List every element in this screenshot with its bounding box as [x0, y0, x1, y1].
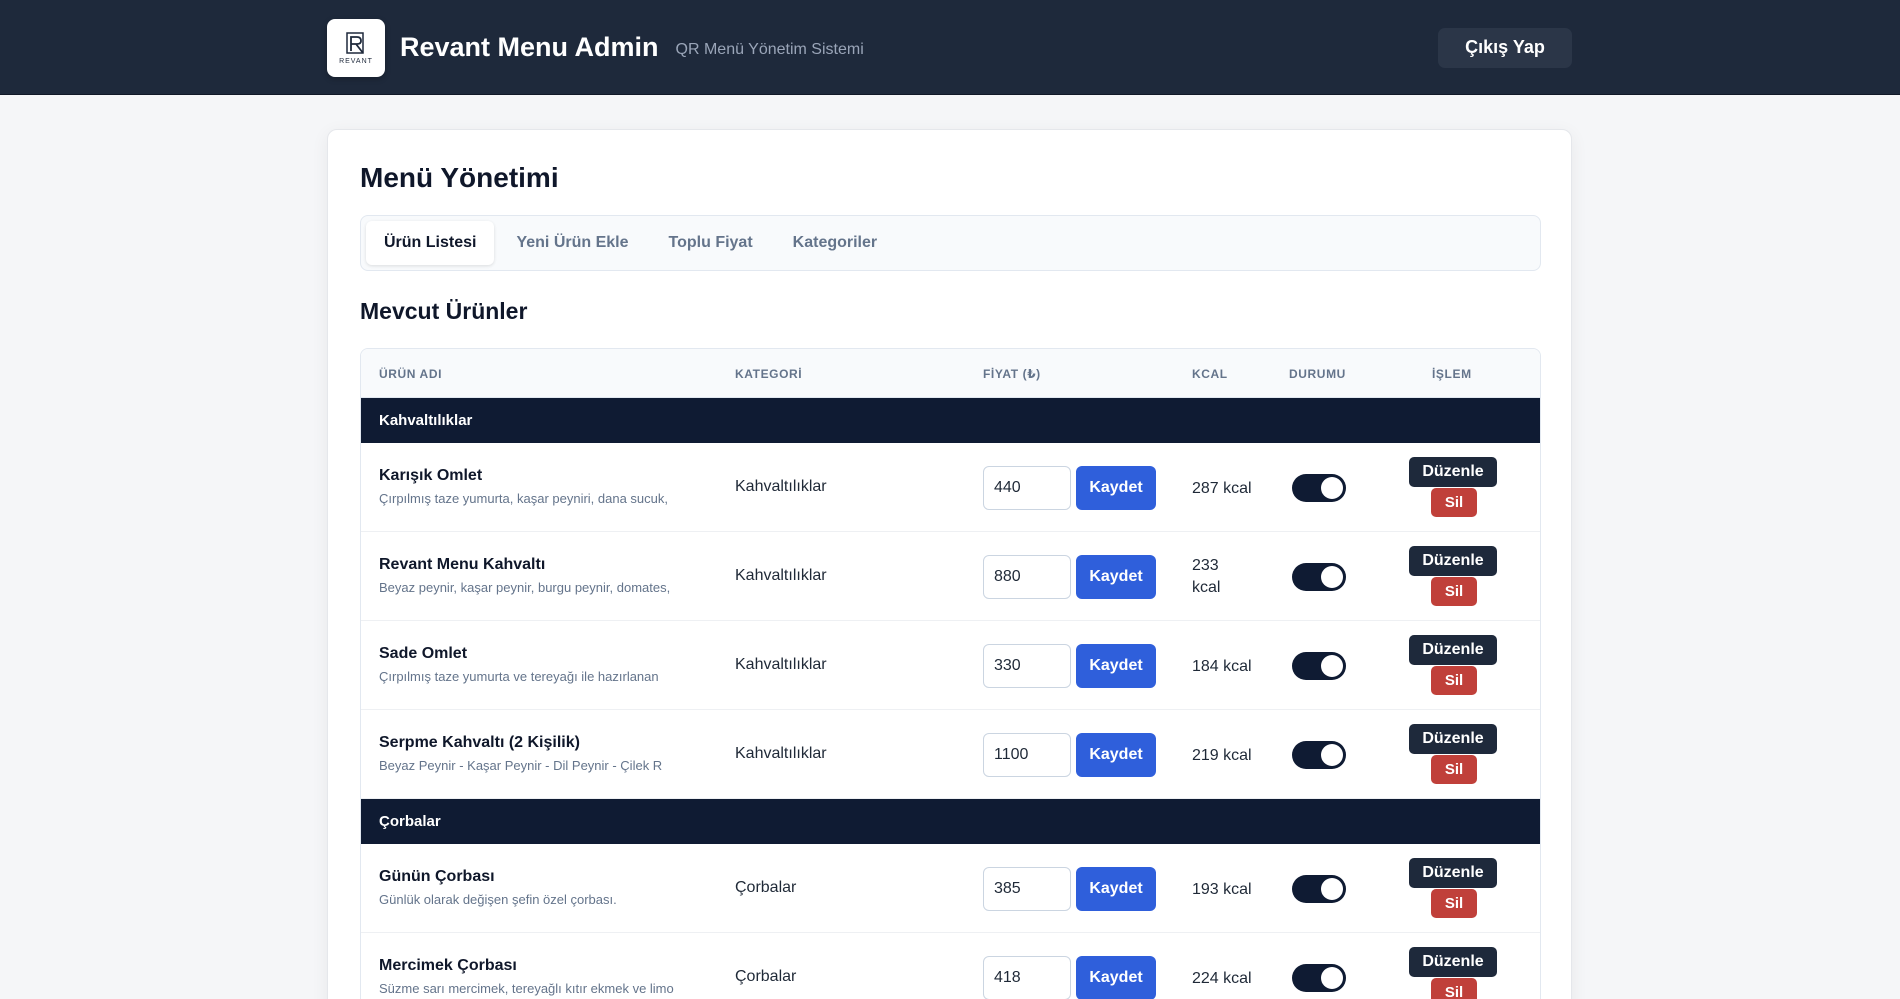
table-row: Karışık Omlet Çırpılmış taze yumurta, ka…	[361, 443, 1540, 532]
logo-mark-icon	[346, 31, 364, 54]
product-name: Günün Çorbası	[379, 868, 495, 885]
column-header-status: DURUMU	[1289, 367, 1346, 381]
edit-button[interactable]: Düzenle	[1409, 947, 1497, 977]
product-description: Çırpılmış taze yumurta ve tereyağı ile h…	[379, 669, 659, 684]
toggle-knob	[1321, 967, 1343, 989]
price-input[interactable]	[983, 867, 1071, 911]
save-price-button[interactable]: Kaydet	[1076, 644, 1156, 688]
product-category: Kahvaltılıklar	[735, 656, 827, 673]
product-kcal: 224 kcal	[1192, 970, 1252, 987]
product-kcal: 184 kcal	[1192, 658, 1252, 675]
table-header: ÜRÜN ADI KATEGORİ FİYAT (₺) KCAL DURUMU …	[361, 349, 1540, 398]
logo-text: REVANT	[339, 57, 373, 65]
category-group-row: Kahvaltılıklar	[361, 398, 1540, 443]
product-description: Beyaz Peynir - Kaşar Peynir - Dil Peynir…	[379, 758, 663, 773]
toggle-knob	[1321, 744, 1343, 766]
section-title: Mevcut Ürünler	[360, 298, 528, 324]
toggle-knob	[1321, 477, 1343, 499]
tab-product-list[interactable]: Ürün Listesi	[366, 221, 495, 265]
status-toggle[interactable]	[1292, 563, 1346, 591]
product-description: Çırpılmış taze yumurta, kaşar peyniri, d…	[379, 491, 669, 506]
column-header-price: FİYAT (₺)	[983, 367, 1041, 381]
table-row: Serpme Kahvaltı (2 Kişilik) Beyaz Peynir…	[361, 710, 1540, 799]
tab-categories[interactable]: Kategoriler	[775, 221, 895, 265]
top-bar: REVANT Revant Menu Admin QR Menü Yönetim…	[0, 0, 1900, 95]
tab-add-product[interactable]: Yeni Ürün Ekle	[498, 221, 646, 265]
save-price-button[interactable]: Kaydet	[1076, 956, 1156, 999]
product-category: Kahvaltılıklar	[735, 745, 827, 762]
category-group-row: Çorbalar	[361, 799, 1540, 844]
table-row: Günün Çorbası Günlük olarak değişen şefi…	[361, 844, 1540, 933]
product-kcal: 219 kcal	[1192, 747, 1252, 764]
delete-button[interactable]: Sil	[1431, 889, 1477, 918]
product-name: Revant Menu Kahvaltı	[379, 556, 546, 573]
price-input[interactable]	[983, 555, 1071, 599]
product-kcal: 193 kcal	[1192, 881, 1252, 898]
product-name: Karışık Omlet	[379, 467, 483, 484]
product-kcal: 287 kcal	[1192, 480, 1252, 497]
app-title: Revant Menu Admin	[400, 32, 659, 62]
column-header-name: ÜRÜN ADI	[379, 367, 443, 381]
table-row: Revant Menu Kahvaltı Beyaz peynir, kaşar…	[361, 532, 1540, 621]
price-input[interactable]	[983, 733, 1071, 777]
brand-logo: REVANT	[327, 18, 385, 77]
product-description: Süzme sarı mercimek, tereyağlı kıtır ekm…	[379, 981, 674, 996]
toggle-knob	[1321, 878, 1343, 900]
save-price-button[interactable]: Kaydet	[1076, 466, 1156, 510]
table-row: Mercimek Çorbası Süzme sarı mercimek, te…	[361, 933, 1540, 999]
column-header-category: KATEGORİ	[735, 367, 803, 381]
product-name: Mercimek Çorbası	[379, 957, 517, 974]
menu-management-card: Menü Yönetimi Ürün Listesi Yeni Ürün Ekl…	[327, 129, 1572, 999]
price-input[interactable]	[983, 644, 1071, 688]
product-name: Sade Omlet	[379, 645, 468, 662]
product-kcal: 233 kcal	[1192, 557, 1221, 596]
app-subtitle: QR Menü Yönetim Sistemi	[675, 40, 864, 58]
edit-button[interactable]: Düzenle	[1409, 635, 1497, 665]
price-input[interactable]	[983, 466, 1071, 510]
tab-bulk-price[interactable]: Toplu Fiyat	[651, 221, 771, 265]
column-header-action: İŞLEM	[1432, 367, 1472, 381]
logout-button[interactable]: Çıkış Yap	[1438, 27, 1572, 68]
delete-button[interactable]: Sil	[1431, 488, 1477, 517]
product-category: Çorbalar	[735, 968, 797, 985]
edit-button[interactable]: Düzenle	[1409, 457, 1497, 487]
product-description: Beyaz peynir, kaşar peynir, burgu peynir…	[379, 580, 671, 595]
save-price-button[interactable]: Kaydet	[1076, 867, 1156, 911]
status-toggle[interactable]	[1292, 652, 1346, 680]
price-input[interactable]	[983, 956, 1071, 999]
save-price-button[interactable]: Kaydet	[1076, 733, 1156, 777]
status-toggle[interactable]	[1292, 875, 1346, 903]
tab-bar: Ürün Listesi Yeni Ürün Ekle Toplu Fiyat …	[360, 215, 1541, 271]
status-toggle[interactable]	[1292, 964, 1346, 992]
status-toggle[interactable]	[1292, 474, 1346, 502]
product-category: Kahvaltılıklar	[735, 478, 827, 495]
top-bar-inner: REVANT Revant Menu Admin QR Menü Yönetim…	[327, 0, 1572, 95]
toggle-knob	[1321, 655, 1343, 677]
edit-button[interactable]: Düzenle	[1409, 724, 1497, 754]
status-toggle[interactable]	[1292, 741, 1346, 769]
edit-button[interactable]: Düzenle	[1409, 546, 1497, 576]
product-category: Kahvaltılıklar	[735, 567, 827, 584]
product-category: Çorbalar	[735, 879, 797, 896]
delete-button[interactable]: Sil	[1431, 755, 1477, 784]
table-row: Sade Omlet Çırpılmış taze yumurta ve ter…	[361, 621, 1540, 710]
save-price-button[interactable]: Kaydet	[1076, 555, 1156, 599]
delete-button[interactable]: Sil	[1431, 666, 1477, 695]
page-title: Menü Yönetimi	[360, 162, 559, 193]
products-table: ÜRÜN ADI KATEGORİ FİYAT (₺) KCAL DURUMU …	[360, 348, 1541, 999]
delete-button[interactable]: Sil	[1431, 577, 1477, 606]
toggle-knob	[1321, 566, 1343, 588]
product-name: Serpme Kahvaltı (2 Kişilik)	[379, 734, 580, 751]
product-description: Günlük olarak değişen şefin özel çorbası…	[379, 892, 617, 907]
edit-button[interactable]: Düzenle	[1409, 858, 1497, 888]
delete-button[interactable]: Sil	[1431, 978, 1477, 999]
column-header-kcal: KCAL	[1192, 367, 1228, 381]
